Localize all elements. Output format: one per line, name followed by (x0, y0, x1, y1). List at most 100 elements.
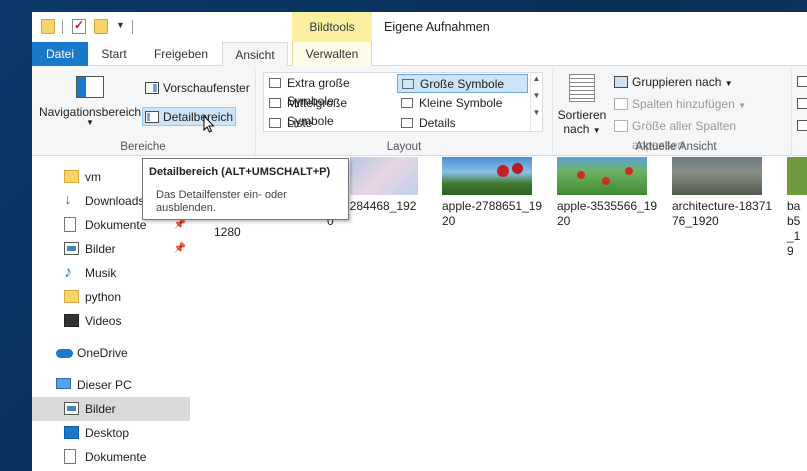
quick-access-dropdown-icon[interactable]: ▼ (116, 20, 125, 30)
layout-scroll[interactable]: ▲ ▼ ▼ (530, 74, 542, 131)
tab-verwalten[interactable]: Verwalten (292, 42, 372, 66)
list-icon (269, 118, 281, 128)
nav-item-label: Musik (85, 266, 117, 280)
layout-large-icons[interactable]: Große Symbole (397, 74, 528, 93)
nav-item-videos[interactable]: Videos (32, 309, 190, 333)
chevron-down-icon: ▼ (738, 101, 747, 110)
nav-item-musik[interactable]: ♪ Musik (32, 261, 190, 285)
nav-item-label: Dokumente (85, 218, 147, 232)
sortieren-label: Sortieren (557, 108, 607, 122)
nav-item-label: Bilder (85, 242, 116, 256)
tab-ansicht[interactable]: Ansicht (222, 42, 288, 67)
pin-icon[interactable]: 📌 (174, 237, 186, 261)
nav-item-label: Desktop (85, 426, 130, 440)
scroll-up-icon[interactable]: ▲ (531, 74, 542, 83)
spalten-hinzufuegen-button[interactable]: Spalten hinzufügen ▼ (612, 95, 752, 114)
nav-item-label: python (85, 290, 122, 304)
music-icon: ♪ (64, 264, 72, 281)
checkbox[interactable] (797, 98, 807, 109)
preview-pane-icon (145, 82, 159, 94)
nav-item-label: Dokumente (85, 450, 147, 464)
checkbox[interactable] (797, 76, 807, 87)
pc-icon (56, 378, 71, 389)
checkbox-checked[interactable] (797, 120, 807, 131)
group-by-icon (614, 76, 628, 88)
tooltip: Detailbereich (ALT+UMSCHALT+P) Das Detai… (142, 158, 349, 220)
scroll-down-icon[interactable]: ▼ (531, 91, 542, 100)
apple-shape (497, 165, 509, 177)
tooltip-title: Detailbereich (ALT+UMSCHALT+P) (149, 166, 331, 178)
file-label[interactable]: 1280 (214, 225, 314, 240)
divider (132, 20, 133, 34)
navigationsbereich-label: Navigationsbereich (38, 105, 142, 119)
nav-item-bilder-pc[interactable]: Bilder (32, 397, 190, 421)
layout-extra-large-icons[interactable]: Extra große Symbole (265, 74, 395, 108)
properties-icon[interactable] (72, 18, 86, 34)
file-label[interactable]: apple-3535566_1920 (557, 199, 662, 229)
vorschaufenster-button[interactable]: Vorschaufenster (143, 79, 250, 98)
ribbon: Navigationsbereich ▼ Vorschaufenster Det… (32, 66, 807, 156)
size-columns-icon (614, 120, 628, 132)
group-label-layout: Layout (386, 141, 422, 153)
file-thumbnail[interactable] (557, 157, 647, 195)
file-thumbnail[interactable] (442, 157, 532, 195)
tab-freigeben[interactable]: Freigeben (140, 42, 222, 66)
group-label-bereiche: Bereiche (120, 141, 166, 153)
file-thumbnail[interactable] (787, 157, 807, 195)
nav-item-label: vm (85, 170, 101, 184)
gruppieren-label: Gruppieren nach (632, 75, 722, 89)
file-label[interactable]: apple-2788651_1920 (442, 199, 547, 229)
file-label[interactable]: bab5_19 (787, 199, 807, 259)
file-thumbnail[interactable] (672, 157, 762, 195)
detailbereich-button[interactable]: Detailbereich (142, 107, 236, 126)
layout-list[interactable]: Liste (265, 114, 395, 133)
nav-item-label: Dieser PC (77, 378, 132, 392)
onedrive-icon (56, 349, 73, 358)
nav-item-label: Bilder (85, 402, 116, 416)
layout-small-icons[interactable]: Kleine Symbole (397, 94, 528, 113)
details-icon (401, 118, 413, 128)
nav-item-onedrive[interactable]: OneDrive (32, 341, 190, 365)
sortieren-nach-button[interactable]: Sortieren nach ▼ (556, 74, 608, 136)
add-columns-icon (614, 98, 628, 110)
divider (62, 20, 63, 34)
expand-gallery-icon[interactable]: ▼ (531, 108, 542, 117)
folder-icon (64, 290, 79, 303)
medium-icons-icon (269, 98, 281, 108)
chevron-down-icon: ▼ (592, 126, 601, 135)
nav-item-desktop[interactable]: Desktop (32, 421, 190, 445)
nav-item-dokumente-pc[interactable]: Dokumente (32, 445, 190, 469)
extra-large-icons-icon (269, 78, 281, 88)
apple-shape (577, 171, 585, 179)
groesse-spalten-anpassen-button[interactable]: Größe aller Spalten anpassen (612, 117, 787, 152)
nav-item-label: Videos (85, 314, 122, 328)
context-tab-header: Bildtools (292, 12, 372, 42)
layout-medium-icons[interactable]: Mittelgroße Symbole (265, 94, 395, 128)
pictures-icon (64, 402, 79, 415)
new-folder-icon[interactable] (94, 19, 108, 34)
layout-item-label: Details (419, 116, 456, 130)
chevron-down-icon: ▼ (86, 118, 94, 127)
file-label[interactable]: architecture-1837176_1920 (672, 199, 777, 229)
document-icon (64, 449, 76, 464)
layout-details[interactable]: Details (397, 114, 528, 133)
tab-start[interactable]: Start (88, 42, 140, 66)
navigation-pane-icon (76, 76, 104, 98)
nav-item-bilder[interactable]: Bilder 📌 (32, 237, 190, 261)
video-icon (64, 314, 79, 327)
navigationsbereich-button[interactable]: Navigationsbereich ▼ (38, 76, 142, 127)
spalten-label: Spalten hinzufügen (632, 97, 735, 111)
apple-shape (625, 167, 633, 175)
file-thumbnail[interactable] (350, 157, 418, 195)
window-title: Eigene Aufnahmen (384, 20, 490, 34)
large-icons-icon (402, 79, 414, 89)
apple-shape (602, 177, 610, 185)
gruppieren-nach-button[interactable]: Gruppieren nach ▼ (612, 73, 742, 92)
folder-icon (64, 170, 79, 183)
nav-item-dieser-pc[interactable]: Dieser PC (32, 373, 190, 397)
chevron-down-icon: ▼ (724, 79, 733, 88)
tab-datei[interactable]: Datei (32, 42, 88, 66)
nav-item-python[interactable]: python (32, 285, 190, 309)
document-icon (64, 217, 76, 232)
title-bar: ▼ Bildtools Eigene Aufnahmen (32, 12, 807, 42)
